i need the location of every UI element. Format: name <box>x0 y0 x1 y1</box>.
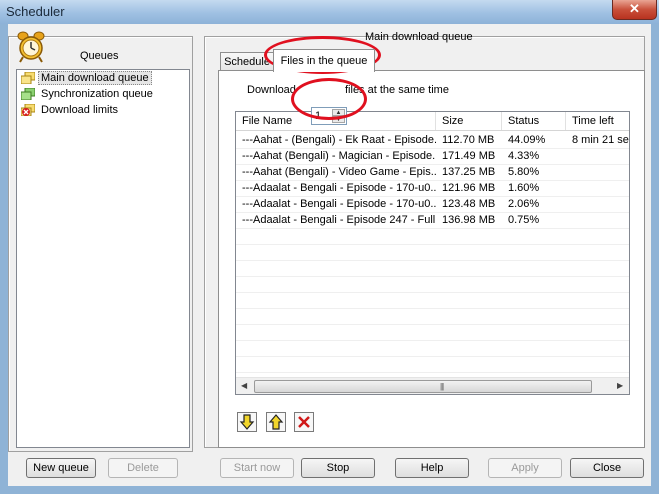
stop-button[interactable]: Stop <box>301 458 375 478</box>
start-now-button[interactable]: Start now <box>220 458 294 478</box>
column-header-time-left[interactable]: Time left <box>566 112 629 130</box>
file-name-cell: ---Adaalat - Bengali - Episode 247 - Ful… <box>242 214 436 226</box>
table-header: File Name Size Status Time left <box>236 112 629 131</box>
empty-row <box>236 276 629 293</box>
empty-row <box>236 244 629 261</box>
close-button[interactable]: Close <box>570 458 644 478</box>
table-row[interactable]: ---Aahat (Bengali) - Video Game - Epis..… <box>236 164 629 181</box>
window-close-button[interactable]: ✕ <box>612 0 657 20</box>
queue-item-synchronization[interactable]: Synchronization queue <box>17 86 189 102</box>
highlight-ring-spinner <box>291 78 367 120</box>
queue-item-main[interactable]: Main download queue <box>17 70 189 86</box>
table-row[interactable]: ---Adaalat - Bengali - Episode - 170-u0.… <box>236 196 629 213</box>
status-cell: 5.80% <box>508 166 540 178</box>
remove-button[interactable] <box>294 412 314 432</box>
title-bar[interactable]: Scheduler ✕ <box>0 0 659 24</box>
scroll-right-icon[interactable]: ▶ <box>617 381 623 390</box>
window-title: Scheduler <box>6 4 65 19</box>
size-cell: 137.25 MB <box>442 166 496 178</box>
file-name-cell: ---Aahat (Bengali) - Video Game - Epis..… <box>242 166 436 178</box>
empty-row <box>236 324 629 341</box>
column-header-size[interactable]: Size <box>436 112 502 130</box>
table-row[interactable]: ---Aahat (Bengali) - Magician - Episode.… <box>236 148 629 165</box>
queue-item-download-limits[interactable]: Download limits <box>17 102 189 118</box>
client-area: Queues Main download queue Synchronizati… <box>8 24 651 486</box>
table-row[interactable]: ---Adaalat - Bengali - Episode - 170-u0.… <box>236 180 629 197</box>
help-button[interactable]: Help <box>395 458 469 478</box>
files-table[interactable]: File Name Size Status Time left ---Aahat… <box>235 111 630 395</box>
scroll-left-icon[interactable]: ◀ <box>241 381 247 390</box>
size-cell: 112.70 MB <box>442 134 495 146</box>
empty-row <box>236 292 629 309</box>
horizontal-scrollbar[interactable]: ◀ ||| ▶ <box>236 377 629 394</box>
delete-queue-button[interactable]: Delete <box>108 458 178 478</box>
queue-icon <box>21 72 35 84</box>
apply-button[interactable]: Apply <box>488 458 562 478</box>
move-up-button[interactable] <box>266 412 286 432</box>
scrollbar-thumb[interactable]: ||| <box>254 380 592 393</box>
new-queue-button[interactable]: New queue <box>26 458 96 478</box>
time-left-cell: 8 min 21 sec <box>572 134 630 146</box>
download-label: Download <box>247 84 296 96</box>
scheduler-window: Scheduler ✕ Queues Main download queue S… <box>0 0 659 494</box>
queue-list[interactable]: Main download queue Synchronization queu… <box>16 69 190 448</box>
size-cell: 136.98 MB <box>442 214 496 226</box>
empty-row <box>236 356 629 373</box>
file-name-cell: ---Aahat (Bengali) - Magician - Episode.… <box>242 150 436 162</box>
status-cell: 4.33% <box>508 150 540 162</box>
status-cell: 0.75% <box>508 214 540 226</box>
queue-item-label: Download limits <box>41 104 119 116</box>
move-down-button[interactable] <box>237 412 257 432</box>
empty-row <box>236 260 629 277</box>
queue-heading: Main download queue <box>365 31 473 43</box>
status-cell: 44.09% <box>508 134 546 146</box>
alarm-clock-icon <box>17 31 45 63</box>
sync-queue-icon <box>21 88 35 100</box>
empty-row <box>236 340 629 357</box>
file-name-cell: ---Adaalat - Bengali - Episode - 170-u0.… <box>242 198 436 210</box>
files-tab-panel: Download files at the same time File Nam… <box>218 70 645 448</box>
queues-label: Queues <box>80 50 119 62</box>
move-up-icon <box>268 414 284 430</box>
column-header-status[interactable]: Status <box>502 112 566 130</box>
limits-icon <box>21 104 35 116</box>
size-cell: 171.49 MB <box>442 150 496 162</box>
file-name-cell: ---Adaalat - Bengali - Episode - 170-u0.… <box>242 182 436 194</box>
status-cell: 1.60% <box>508 182 540 194</box>
tab-files-in-queue[interactable]: Files in the queue <box>273 49 375 72</box>
queue-item-label: Main download queue <box>38 71 152 85</box>
empty-row <box>236 308 629 325</box>
size-cell: 121.96 MB <box>442 182 496 194</box>
size-cell: 123.48 MB <box>442 198 496 210</box>
remove-icon <box>298 416 310 428</box>
empty-row <box>236 228 629 245</box>
file-name-cell: ---Aahat - (Bengali) - Ek Raat - Episode… <box>242 134 436 146</box>
grip-icon: ||| <box>440 382 444 391</box>
status-cell: 2.06% <box>508 198 540 210</box>
move-down-icon <box>239 414 255 430</box>
table-row[interactable]: ---Aahat - (Bengali) - Ek Raat - Episode… <box>236 132 630 149</box>
table-row[interactable]: ---Adaalat - Bengali - Episode 247 - Ful… <box>236 212 629 229</box>
queue-item-label: Synchronization queue <box>41 88 153 100</box>
